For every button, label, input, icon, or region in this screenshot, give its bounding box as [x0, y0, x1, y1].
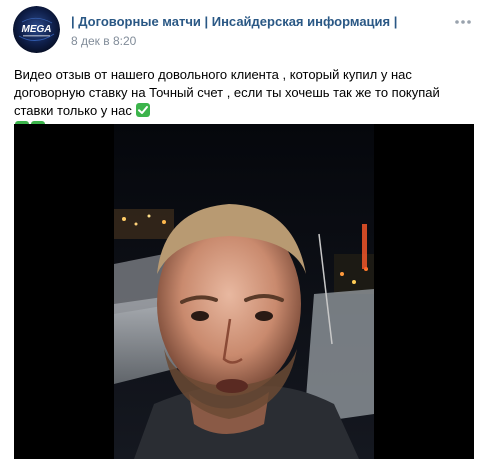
group-avatar[interactable]: MEGA — [13, 6, 60, 53]
wall-post: MEGA | Договорные матчи | Инсайдерская и… — [0, 0, 489, 459]
video-thumbnail — [14, 124, 474, 459]
avatar-logo-text: MEGA — [22, 24, 52, 35]
check-mark-button-icon — [136, 103, 151, 117]
group-name-link[interactable]: | Договорные матчи | Инсайдерская информ… — [71, 14, 397, 29]
post-text-body: Видео отзыв от нашего довольного клиента… — [14, 67, 440, 118]
more-button[interactable] — [452, 12, 474, 32]
mega-logo-icon: MEGA — [13, 6, 60, 53]
more-horizontal-icon — [455, 20, 471, 24]
video-player[interactable] — [14, 124, 474, 459]
post-date[interactable]: 8 дек в 8:20 — [71, 34, 136, 48]
